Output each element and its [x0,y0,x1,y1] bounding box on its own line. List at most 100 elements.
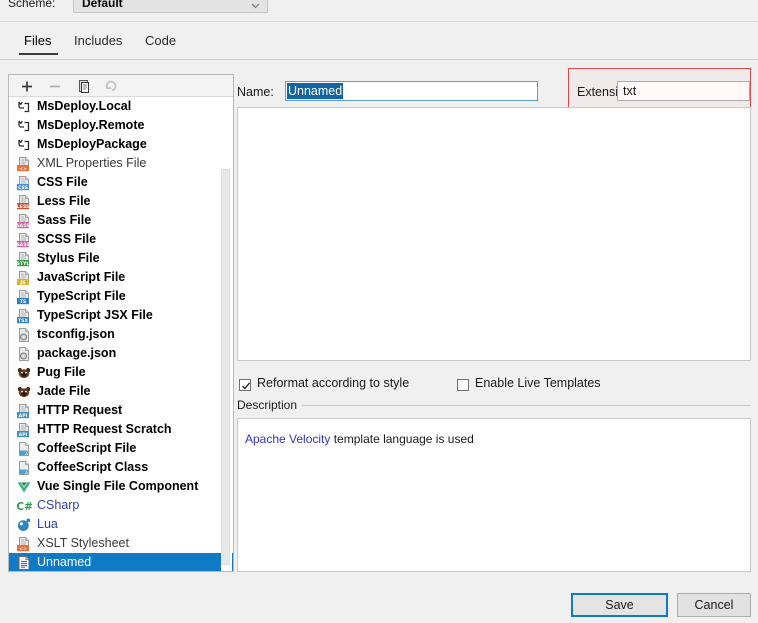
scss-file-icon: SASS [16,232,32,248]
list-item-label: JavaScript File [37,270,126,284]
list-item-label: HTTP Request Scratch [37,422,172,436]
chevron-down-icon [251,0,260,9]
svg-text:TSX: TSX [18,318,28,324]
list-item[interactable]: CSS CSS File [9,173,233,192]
list-item[interactable]: Vue Single File Component [9,477,233,496]
scheme-value: Default [82,0,123,10]
list-item[interactable]: TS TypeScript File [9,287,233,306]
add-button[interactable] [17,78,37,95]
list-item[interactable]: SASS SCSS File [9,230,233,249]
stylus-file-icon: STYL [16,251,32,267]
svg-text:<>: <> [19,546,27,552]
reformat-checkbox[interactable] [239,379,251,391]
text-file-icon [16,555,32,571]
coffeescript-file-icon [16,460,32,476]
list-item[interactable]: CoffeeScript Class [9,458,233,477]
description-rule [300,405,751,406]
list-item[interactable]: CoffeeScript File [9,439,233,458]
svg-text:LESS: LESS [17,204,29,210]
save-button[interactable]: Save [571,593,668,617]
list-item[interactable]: Unnamed [9,553,233,571]
coffeescript-file-icon [16,441,32,457]
copy-button[interactable] [74,78,94,95]
description-rest: template language is used [330,432,474,446]
svg-text:TS: TS [20,299,26,305]
tab-bar: Files Includes Code [0,22,758,59]
svg-text:C#: C# [16,501,32,513]
msdeploy-icon [16,99,32,115]
revert-button[interactable] [101,78,121,95]
reformat-checkbox-label: Reformat according to style [257,376,410,390]
list-scrollbar-thumb[interactable] [221,169,230,565]
list-item-label: XSLT Stylesheet [37,536,129,550]
list-item-label: MsDeploy.Remote [37,118,145,132]
scheme-row: Scheme: Default [0,0,758,14]
list-item[interactable]: <> XSLT Stylesheet [9,534,233,553]
css-file-icon: CSS [16,175,32,191]
file-templates-list[interactable]: MsDeploy.Local MsDeploy.Remote MsDeployPac… [9,97,233,571]
name-input-value: Unnamed [287,83,344,99]
live-templates-checkbox[interactable] [457,379,469,391]
active-tab-indicator [19,53,58,55]
remove-button[interactable] [45,78,65,95]
svg-text:API: API [19,432,28,438]
list-item[interactable]: tsconfig.json [9,325,233,344]
description-legend: Description [237,398,303,412]
list-item[interactable]: Lua [9,515,233,534]
list-item-label: CSharp [37,498,80,512]
list-item[interactable]: JS JavaScript File [9,268,233,287]
list-item[interactable]: MsDeploy.Remote [9,116,233,135]
tab-code[interactable]: Code [143,33,178,48]
xml-file-icon: <> [16,156,32,172]
template-editor[interactable] [237,107,751,361]
list-item-label: XML Properties File [37,156,147,170]
list-item[interactable]: MsDeployPackage [9,135,233,154]
typescript-file-icon: TS [16,289,32,305]
http-request-icon: API [16,403,32,419]
name-label: Name: [237,85,274,99]
svg-text:STYL: STYL [17,261,30,267]
list-item[interactable]: API HTTP Request [9,401,233,420]
list-item-label: MsDeploy.Local [37,99,132,113]
description-box[interactable]: Apache Velocity template language is use… [237,418,751,572]
list-item[interactable]: STYL Stylus File [9,249,233,268]
name-input[interactable]: Unnamed [285,81,538,101]
list-item[interactable]: API HTTP Request Scratch [9,420,233,439]
svg-text:CSS: CSS [18,185,28,191]
list-item[interactable]: C# CSharp [9,496,233,515]
svg-text:SASS: SASS [16,242,29,248]
list-item[interactable]: Jade File [9,382,233,401]
list-scrollbar-track[interactable] [221,97,232,571]
file-templates-panel: MsDeploy.Local MsDeploy.Remote MsDeployPac… [8,74,234,572]
cancel-button[interactable]: Cancel [677,593,751,617]
list-item-label: Stylus File [37,251,100,265]
list-item-label: Unnamed [37,555,92,569]
list-item-label: Pug File [37,365,86,379]
csharp-file-icon: C# [16,498,33,514]
tab-includes[interactable]: Includes [72,33,124,48]
list-item-label: Vue Single File Component [37,479,199,493]
lua-file-icon [16,517,32,533]
check-icon [241,380,251,390]
msdeploy-icon [16,118,32,134]
list-item[interactable]: package.json [9,344,233,363]
tab-files[interactable]: Files [22,33,53,48]
list-item[interactable]: TSX TypeScript JSX File [9,306,233,325]
javascript-file-icon: JS [16,270,32,286]
list-item[interactable]: SASS Sass File [9,211,233,230]
less-file-icon: LESS [16,194,32,210]
typescript-jsx-file-icon: TSX [16,308,32,324]
list-item[interactable]: LESS Less File [9,192,233,211]
list-item[interactable]: MsDeploy.Local [9,97,233,116]
apache-velocity-link[interactable]: Apache Velocity [245,432,330,446]
scheme-dropdown[interactable]: Default [73,0,268,13]
scheme-label: Scheme: [8,0,56,10]
list-item-label: Lua [37,517,58,531]
list-item[interactable]: <> XML Properties File [9,154,233,173]
svg-text:SASS: SASS [16,223,29,229]
extension-input[interactable]: txt [617,81,750,101]
tab-bar-divider [0,59,758,60]
list-item-label: SCSS File [37,232,97,246]
list-item[interactable]: Pug File [9,363,233,382]
vue-file-icon [16,479,32,495]
